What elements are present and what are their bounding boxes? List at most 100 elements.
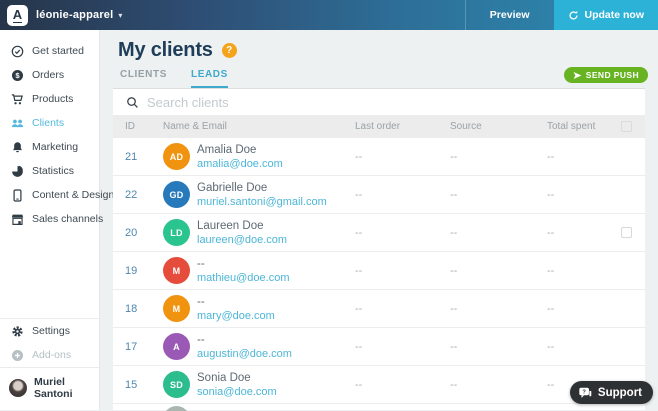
lead-id: 20 (125, 227, 163, 239)
lead-id: 22 (125, 189, 163, 201)
lead-name: Amalia Doe (197, 143, 355, 157)
lead-email-link[interactable]: mary@doe.com (197, 309, 355, 323)
tab-leads[interactable]: LEADS (191, 69, 228, 88)
table-row[interactable]: 21 AD Amalia Doe amalia@doe.com -- -- -- (113, 138, 645, 176)
sidebar-item-products[interactable]: Products (0, 87, 99, 111)
preview-label: Preview (490, 9, 530, 21)
chevron-down-icon: ▾ (118, 11, 122, 20)
avatar: GD (163, 181, 190, 208)
table-row[interactable]: 15 SD Sonia Doe sonia@doe.com -- -- -- (113, 366, 645, 404)
sidebar-user[interactable]: Muriel Santoni (0, 368, 99, 410)
svg-text:?: ? (582, 389, 586, 395)
sidebar-item-statistics[interactable]: Statistics (0, 159, 99, 183)
search-input[interactable] (147, 95, 632, 110)
avatar: M (163, 257, 190, 284)
lead-name: -- (197, 333, 355, 347)
sidebar-item-get-started[interactable]: Get started (0, 39, 99, 63)
preview-button[interactable]: Preview (465, 0, 554, 30)
column-header-last-order: Last order (355, 121, 450, 132)
search-icon (126, 96, 139, 109)
sidebar-item-orders[interactable]: $ Orders (0, 63, 99, 87)
column-header-source: Source (450, 121, 547, 132)
user-name: Muriel Santoni (34, 376, 90, 400)
lead-name: Sonia Doe (197, 371, 355, 385)
support-button[interactable]: ? Support (570, 381, 653, 404)
sidebar-item-marketing[interactable]: Marketing (0, 135, 99, 159)
sidebar-item-label: Clients (32, 117, 64, 129)
chat-bubble-icon: ? (578, 386, 592, 400)
sidebar-item-label: Products (32, 93, 73, 105)
send-push-button[interactable]: SEND PUSH (564, 67, 648, 83)
name-email-cell: Gabrielle Doe muriel.santoni@gmail.com (197, 181, 355, 209)
main-header: My clients ? CLIENTS LEADS SEND PUSH (100, 30, 658, 88)
store-switcher[interactable]: léonie-apparel ▾ (36, 9, 122, 21)
total-spent-cell: -- (547, 265, 621, 277)
sidebar-spacer (0, 231, 99, 318)
refresh-icon (568, 10, 579, 21)
lead-id: 18 (125, 303, 163, 315)
total-spent-cell: -- (547, 303, 621, 315)
lead-email-link[interactable]: sonia@doe.com (197, 385, 355, 399)
coin-icon: $ (11, 69, 24, 82)
name-email-cell: Laureen Doe laureen@doe.com (197, 219, 355, 247)
lead-email-link[interactable]: amalia@doe.com (197, 157, 355, 171)
sidebar-item-label: Marketing (32, 141, 78, 153)
table-row[interactable]: 20 LD Laureen Doe laureen@doe.com -- -- … (113, 214, 645, 252)
avatar: LD (163, 219, 190, 246)
avatar: SD (163, 371, 190, 398)
avatar: AD (163, 143, 190, 170)
main-content: My clients ? CLIENTS LEADS SEND PUSH ID … (100, 30, 658, 410)
logo-letter: A (13, 7, 22, 23)
sidebar-item-label: Settings (32, 325, 70, 337)
update-now-button[interactable]: Update now (554, 0, 658, 30)
tab-clients[interactable]: CLIENTS (120, 69, 167, 88)
lead-email-link[interactable]: mathieu@doe.com (197, 271, 355, 285)
name-email-cell: -- augustin@doe.com (197, 333, 355, 361)
sidebar-item-sales-channels[interactable]: Sales channels (0, 207, 99, 231)
name-email-cell: Amalia Doe amalia@doe.com (197, 143, 355, 171)
lead-name: Gabrielle Doe (197, 181, 355, 195)
name-email-cell: -- mary@doe.com (197, 295, 355, 323)
column-header-name-email: Name & Email (163, 121, 355, 132)
sidebar-item-settings[interactable]: Settings (0, 319, 99, 343)
user-avatar (9, 379, 27, 397)
table-row[interactable]: 18 M -- mary@doe.com -- -- -- (113, 290, 645, 328)
lead-email-link[interactable]: laureen@doe.com (197, 233, 355, 247)
last-order-cell: -- (355, 379, 450, 391)
source-cell: -- (450, 189, 547, 201)
sidebar-item-add-ons[interactable]: Add-ons (0, 343, 99, 367)
help-icon[interactable]: ? (222, 43, 237, 58)
name-email-cell: Sonia Doe sonia@doe.com (197, 371, 355, 399)
sidebar-item-label: Get started (32, 45, 84, 57)
sidebar-item-label: Statistics (32, 165, 74, 177)
source-cell: -- (450, 151, 547, 163)
lead-id: 19 (125, 265, 163, 277)
row-checkbox[interactable] (621, 227, 632, 238)
total-spent-cell: -- (547, 227, 621, 239)
table-row[interactable]: 17 A -- augustin@doe.com -- -- -- (113, 328, 645, 366)
topbar: A léonie-apparel ▾ Preview Update now (0, 0, 658, 30)
lead-id: 21 (125, 151, 163, 163)
source-cell: -- (450, 341, 547, 353)
table-row[interactable]: 19 M -- mathieu@doe.com -- -- -- (113, 252, 645, 290)
lead-name: -- (197, 257, 355, 271)
table-header: ID Name & Email Last order Source Total … (113, 115, 645, 138)
column-header-id: ID (125, 121, 163, 132)
select-all-checkbox[interactable] (621, 121, 632, 132)
cart-icon (11, 93, 24, 106)
total-spent-cell: -- (547, 189, 621, 201)
page-title: My clients (118, 39, 213, 62)
total-spent-cell: -- (547, 151, 621, 163)
lead-id: 15 (125, 379, 163, 391)
bell-icon (11, 141, 24, 154)
source-cell: -- (450, 265, 547, 277)
lead-name: Laureen Doe (197, 219, 355, 233)
lead-email-link[interactable]: muriel.santoni@gmail.com (197, 195, 355, 209)
sidebar-item-clients[interactable]: Clients (0, 111, 99, 135)
plus-circle-icon (11, 349, 24, 362)
avatar: M (163, 295, 190, 322)
lead-email-link[interactable]: augustin@doe.com (197, 347, 355, 361)
sidebar-item-content-design[interactable]: Content & Design (0, 183, 99, 207)
table-row[interactable]: 22 GD Gabrielle Doe muriel.santoni@gmail… (113, 176, 645, 214)
check-circle-icon (11, 45, 24, 58)
